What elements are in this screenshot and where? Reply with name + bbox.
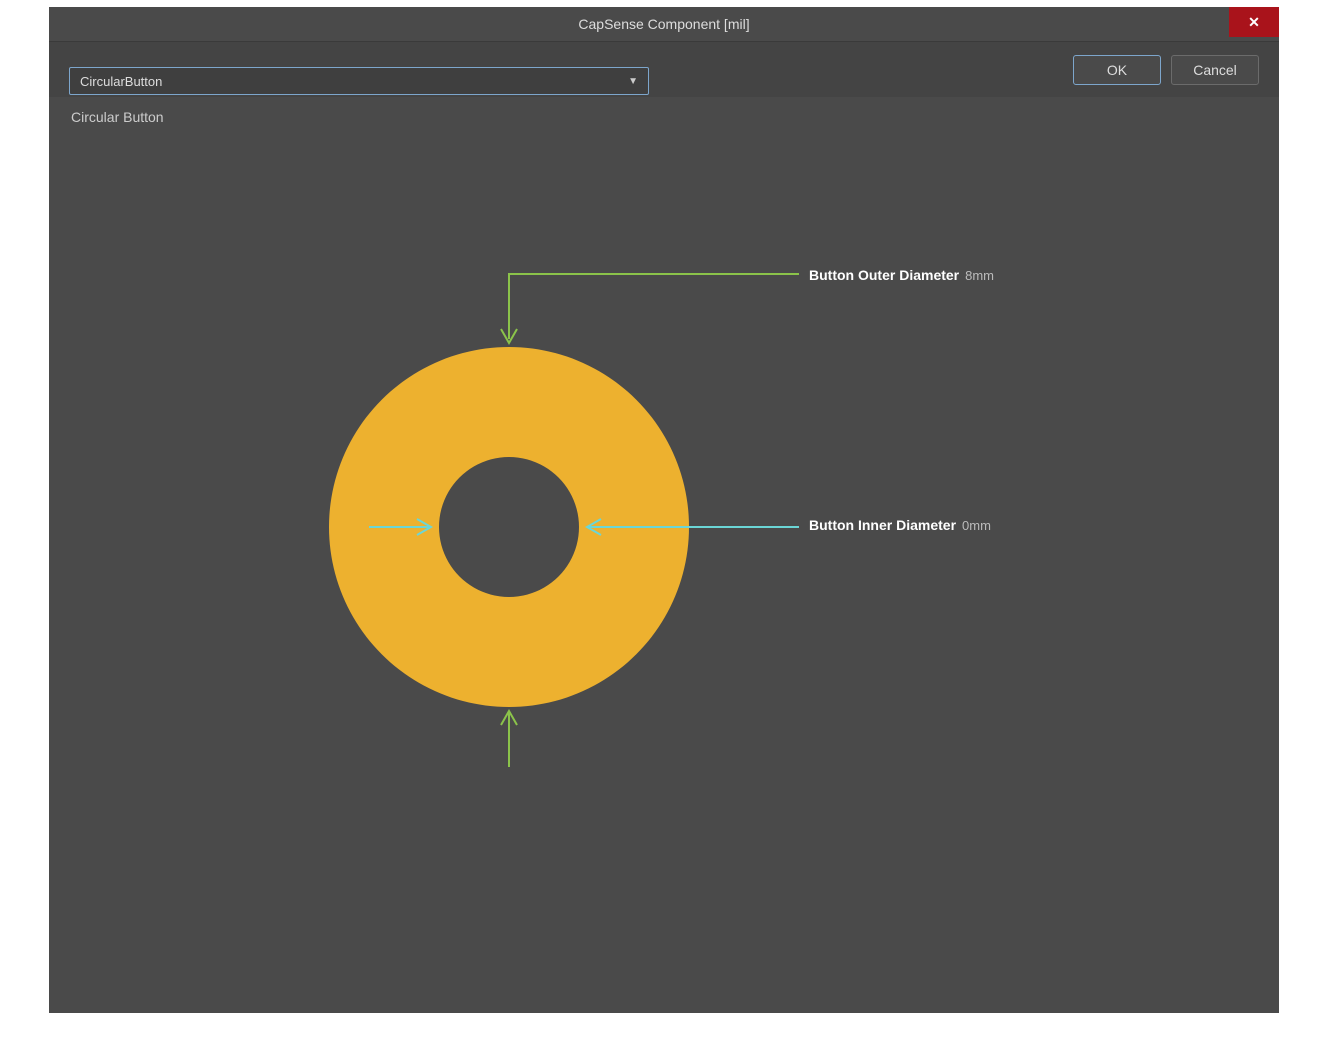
outer-diameter-value[interactable]: 8mm xyxy=(965,268,994,283)
component-subtitle: Circular Button xyxy=(71,109,164,125)
outer-diameter-label: Button Outer Diameter xyxy=(809,267,959,283)
inner-diameter-value[interactable]: 0mm xyxy=(962,518,991,533)
ok-button[interactable]: OK xyxy=(1073,55,1161,85)
outer-diameter-callout xyxy=(501,274,799,343)
inner-diameter-label-row: Button Inner Diameter 0mm xyxy=(809,517,991,533)
inner-diameter-label: Button Inner Diameter xyxy=(809,517,956,533)
cancel-button-label: Cancel xyxy=(1193,62,1237,78)
outer-diameter-bottom-arrow xyxy=(501,711,517,767)
cancel-button[interactable]: Cancel xyxy=(1171,55,1259,85)
close-icon: ✕ xyxy=(1248,14,1260,31)
diagram-area: Button Outer Diameter 8mm Button Inner D… xyxy=(49,147,1279,953)
dialog-titlebar: CapSense Component [mil] ✕ xyxy=(49,7,1279,41)
outer-diameter-label-row: Button Outer Diameter 8mm xyxy=(809,267,994,283)
ok-button-label: OK xyxy=(1107,62,1127,78)
component-type-dropdown[interactable]: CircularButton ▼ xyxy=(69,67,649,95)
dropdown-selected-value: CircularButton xyxy=(80,74,162,89)
close-button[interactable]: ✕ xyxy=(1229,7,1279,37)
diagram-svg xyxy=(49,147,1279,907)
chevron-down-icon: ▼ xyxy=(628,76,638,87)
dialog-title: CapSense Component [mil] xyxy=(578,16,749,32)
capsense-dialog: CapSense Component [mil] ✕ CircularButto… xyxy=(49,7,1279,1013)
